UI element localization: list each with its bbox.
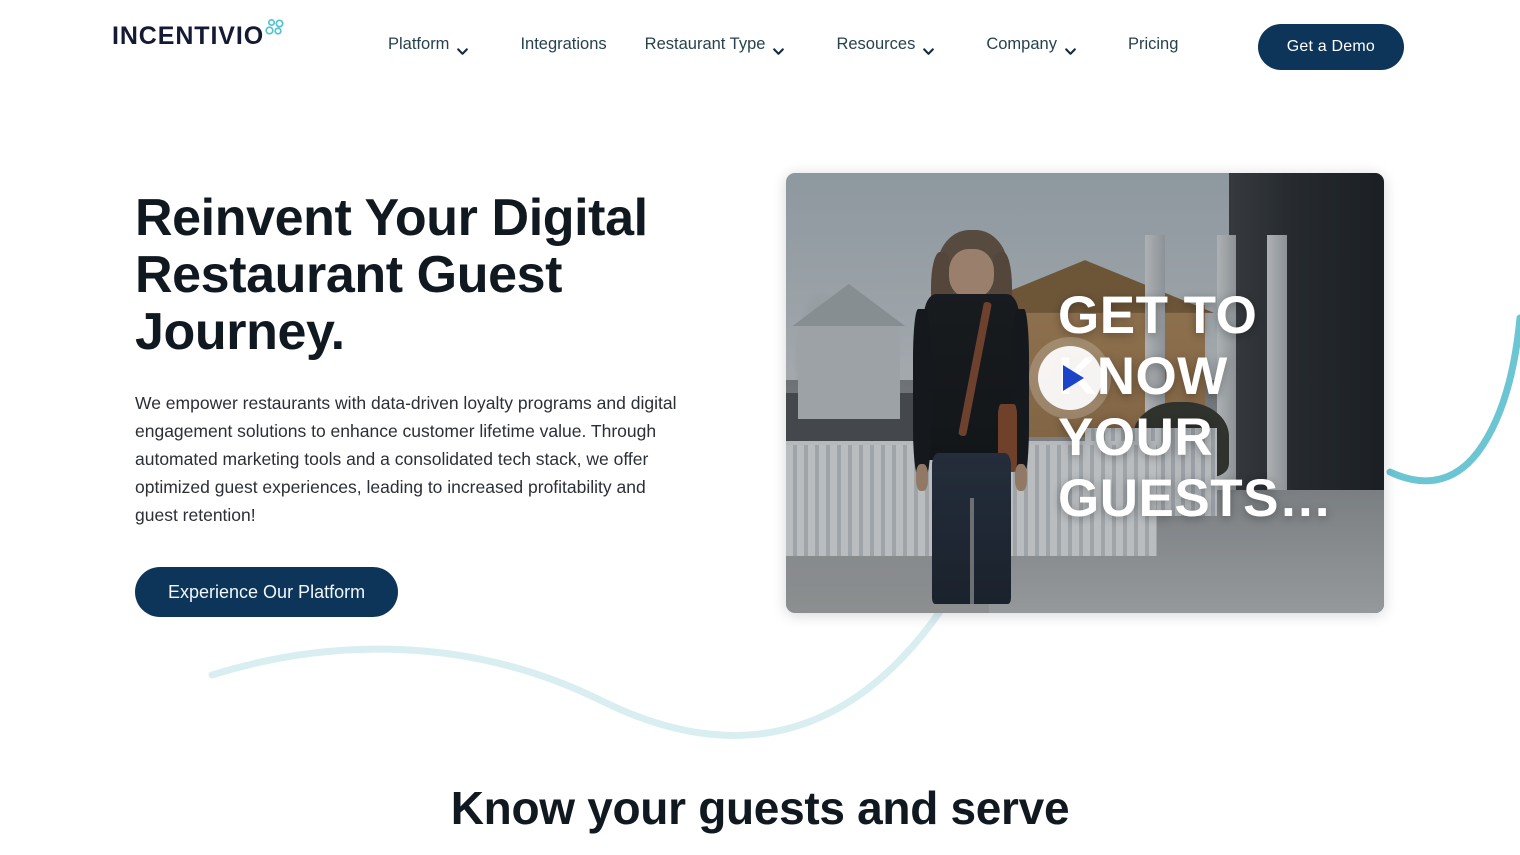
chevron-down-icon	[772, 39, 785, 55]
landing-page: INCENTIVIO Platform Integrations Restaur…	[0, 0, 1520, 855]
nav-label: Pricing	[1127, 35, 1179, 53]
hero-video-thumbnail[interactable]: GET TO KNOW YOUR GUESTS…	[786, 173, 1384, 613]
play-button[interactable]	[1038, 346, 1102, 410]
chevron-down-icon	[922, 39, 935, 55]
nav-label: Resources	[836, 35, 916, 53]
hero-paragraph: We empower restaurants with data-driven …	[135, 393, 677, 525]
hero-section: Reinvent Your Digital Restaurant Guest J…	[0, 0, 1520, 790]
nav-item-company[interactable]: Company	[986, 30, 1103, 58]
play-triangle-icon	[1063, 365, 1084, 391]
nav-item-restaurant-type[interactable]: Restaurant Type	[645, 30, 812, 58]
logo-text: INCENTIVIO	[112, 22, 265, 50]
get-a-demo-button[interactable]: Get a Demo	[1257, 24, 1404, 70]
nav-label: Platform	[388, 35, 450, 53]
section-heading: Know your guests and serve	[450, 782, 1070, 834]
next-section: Know your guests and serve	[0, 780, 1520, 836]
bubbles-icon	[262, 18, 286, 45]
nav-item-resources[interactable]: Resources	[836, 30, 961, 58]
nav-label: Restaurant Type	[644, 35, 766, 53]
nav-item-pricing[interactable]: Pricing	[1128, 30, 1178, 58]
main-navigation: Platform Integrations Restaurant Type Re…	[388, 30, 1216, 58]
hero-copy: Reinvent Your Digital Restaurant Guest J…	[135, 190, 755, 617]
chevron-down-icon	[456, 39, 469, 55]
video-overlay-text: GET TO KNOW YOUR GUESTS…	[1058, 286, 1333, 528]
experience-our-platform-button[interactable]: Experience Our Platform	[135, 567, 399, 617]
chevron-down-icon	[1064, 39, 1077, 55]
nav-label: Company	[986, 35, 1057, 53]
nav-label: Integrations	[520, 35, 607, 53]
logo[interactable]: INCENTIVIO	[112, 18, 286, 50]
nav-item-platform[interactable]: Platform	[388, 30, 495, 58]
nav-item-integrations[interactable]: Integrations	[520, 30, 606, 58]
page-title: Reinvent Your Digital Restaurant Guest J…	[135, 189, 648, 361]
site-header: INCENTIVIO Platform Integrations Restaur…	[0, 0, 1520, 92]
